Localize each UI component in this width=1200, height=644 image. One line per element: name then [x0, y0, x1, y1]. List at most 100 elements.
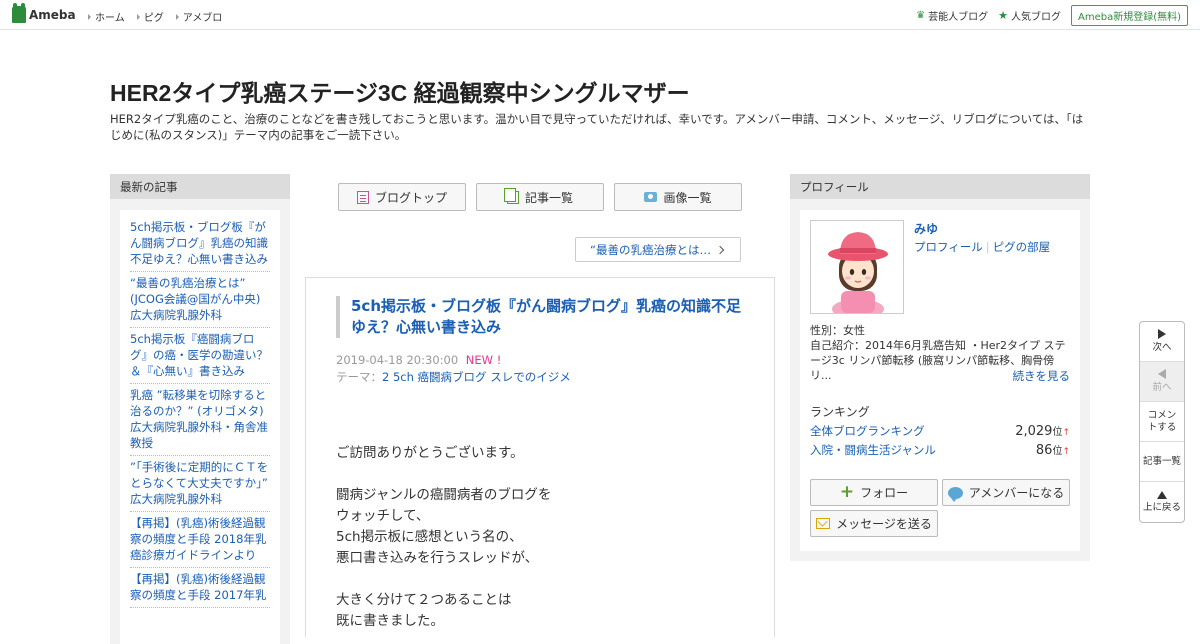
ranking-row: 全体ブログランキング 2,029位↑: [810, 423, 1070, 439]
rank-number: 2,029: [1015, 424, 1053, 439]
nav-pigg[interactable]: ピグ: [136, 9, 164, 24]
article-paragraph: [336, 569, 551, 590]
overall-ranking-link[interactable]: 全体ブログランキング: [810, 423, 925, 439]
recent-articles-panel: 最新の記事 5ch掲示板・ブログ板『がん闘病ブログ』乳癌の知識不足ゆえ？心無い書…: [110, 174, 290, 644]
recent-articles-list: 5ch掲示板・ブログ板『がん闘病ブログ』乳癌の知識不足ゆえ？心無い書き込み “最…: [120, 210, 280, 644]
article-paragraph: 悪口書き込みを行うスレッドが、: [336, 550, 539, 566]
profile-name[interactable]: みゆ: [914, 220, 938, 237]
button-label: 画像一覧: [663, 190, 712, 205]
popular-blog-link[interactable]: ★ 人気ブログ: [998, 8, 1061, 23]
chevron-right-icon: [715, 245, 725, 254]
article-list-side-button[interactable]: 記事一覧: [1140, 442, 1184, 482]
recent-article-link[interactable]: 5ch掲示板・ブログ板『がん闘病ブログ』乳癌の知識不足ゆえ？心無い書き込み: [130, 216, 270, 272]
ameba-logo-icon: [12, 3, 26, 23]
article-paragraph: [336, 464, 551, 485]
blog-top-button[interactable]: ブログトップ: [338, 183, 466, 211]
register-button[interactable]: Ameba新規登録(無料): [1070, 5, 1188, 26]
read-more-link[interactable]: 続きを見る: [1013, 368, 1071, 384]
ranking-row: 入院・闘病生活ジャンル 86位↑: [810, 442, 1070, 458]
crown-icon: ♛: [916, 10, 926, 21]
article: 5ch掲示板・ブログ板『がん闘病ブログ』乳癌の知識不足ゆえ？心無い書き込み 20…: [305, 277, 775, 637]
ameba-logo[interactable]: Ameba: [12, 3, 76, 23]
article-meta: 2019-04-18 20:30:00 NEW ! テーマ：2 5ch 癌闘病ブ…: [336, 352, 571, 386]
article-paragraph: 既に書きました。: [336, 613, 444, 629]
recent-article-link[interactable]: ”「手術後に定期的にＣＴをとらなくて大丈夫ですか」” 広大病院乳腺外科: [130, 456, 270, 512]
amember-button[interactable]: アメンバーになる: [942, 479, 1070, 506]
new-badge: NEW !: [465, 353, 502, 367]
ranking-value: 2,029位↑: [1015, 423, 1070, 439]
side-nav-label: 記事一覧: [1142, 455, 1181, 467]
link-separator: |: [985, 240, 990, 254]
profile-gender: 性別：女性: [810, 324, 865, 337]
play-left-icon: [1158, 369, 1166, 379]
rank-unit: 位: [1052, 427, 1063, 438]
global-header: Ameba ホーム ピグ アメブロ ♛ 芸能人ブログ ★ 人気ブログ Ameba新規…: [0, 0, 1200, 30]
profile-links: プロフィール | ピグの部屋: [914, 239, 1050, 255]
side-nav-label: 上に戻る: [1142, 501, 1181, 513]
recent-article-link[interactable]: 【再掲】(乳癌)術後経過観察の頻度と手段 2018年乳癌診療ガイドラインより: [130, 512, 270, 568]
nav-home[interactable]: ホーム: [88, 9, 125, 24]
article-paragraph: 闘病ジャンルの癌闘病者のブログを: [336, 487, 552, 503]
global-nav: ホーム ピグ アメブロ: [88, 9, 222, 24]
ranking-value: 86位↑: [1036, 442, 1070, 458]
article-list-button[interactable]: 記事一覧: [476, 183, 604, 211]
header-right: ♛ 芸能人ブログ ★ 人気ブログ Ameba新規登録(無料): [916, 5, 1188, 26]
blog-description: HER2タイプ乳癌のこと、治療のことなどを書き残しておこうと思います。温かい目で…: [110, 112, 1084, 142]
blog-title[interactable]: HER2タイプ乳癌ステージ3C 経過観察中シングルマザー: [110, 74, 690, 108]
nav-label: ピグ: [143, 13, 164, 24]
next-article-button[interactable]: 次へ: [1140, 322, 1184, 362]
back-to-top-button[interactable]: 上に戻る: [1140, 482, 1184, 522]
document-icon: [356, 190, 369, 204]
article-datetime: 2019-04-18 20:30:00: [336, 353, 459, 367]
celebrity-blog-link[interactable]: ♛ 芸能人ブログ: [916, 8, 988, 23]
comment-button[interactable]: コメントする: [1140, 402, 1184, 442]
chat-bubble-icon: [947, 486, 963, 502]
article-body: ご訪問ありがとうございます。 闘病ジャンルの癌闘病者のブログを ウォッチして、 …: [336, 443, 551, 632]
image-list-button[interactable]: 画像一覧: [614, 183, 742, 211]
side-nav-label: コメントする: [1147, 409, 1177, 433]
rank-unit: 位: [1052, 446, 1063, 457]
link-label: 人気ブログ: [1010, 12, 1061, 23]
side-nav-label: 次へ: [1152, 342, 1172, 353]
triangle-right-icon: [175, 13, 179, 20]
button-label: フォロー: [860, 486, 909, 500]
article-title[interactable]: 5ch掲示板・ブログ板『がん闘病ブログ』乳癌の知識不足ゆえ？心無い書き込み: [336, 296, 741, 338]
article-paragraph: ご訪問ありがとうございます。: [336, 445, 524, 461]
nav-label: ホーム: [95, 13, 125, 24]
theme-prefix: テーマ：: [336, 370, 382, 384]
copy-list-icon: [503, 187, 519, 204]
pigg-room-link[interactable]: ピグの部屋: [993, 240, 1051, 254]
blog-toolbar: ブログトップ 記事一覧 画像一覧: [338, 183, 742, 211]
plus-icon: +: [839, 482, 855, 502]
envelope-icon: [816, 518, 831, 529]
nav-ameblo[interactable]: アメブロ: [175, 9, 223, 24]
avatar[interactable]: [810, 220, 904, 314]
recent-article-link[interactable]: 【再掲】(乳癌)術後経過観察の頻度と手段 2017年乳: [130, 568, 270, 608]
triangle-right-icon: [136, 13, 140, 20]
profile-link[interactable]: プロフィール: [914, 240, 983, 254]
article-paragraph: 5ch掲示板に感想という名の、: [336, 529, 523, 545]
prev-article-button: 前へ: [1140, 362, 1184, 402]
button-label: 記事一覧: [524, 190, 573, 205]
rank-up-icon: ↑: [1062, 428, 1070, 438]
ranking-heading: ランキング: [810, 405, 870, 419]
follow-button[interactable]: + フォロー: [810, 479, 938, 506]
recent-article-link[interactable]: 5ch掲示板『癌闘病ブログ』の癌・医学の勘違い？＆『心無い』書き込み: [130, 328, 270, 384]
star-icon: ★: [998, 9, 1008, 22]
rank-number: 86: [1035, 443, 1053, 458]
genre-ranking-link[interactable]: 入院・闘病生活ジャンル: [810, 442, 936, 458]
article-theme-link[interactable]: 2 5ch 癌闘病ブログ スレでのイジメ: [382, 370, 571, 384]
play-right-icon: [1158, 329, 1166, 339]
recent-article-link[interactable]: “最善の乳癌治療とは” (JCOG会議@国がん中央)広大病院乳腺外科: [130, 272, 270, 328]
recent-article-link[interactable]: 乳癌 ”転移巣を切除すると治るのか？” (オリゴメタ) 広大病院乳腺外科・角舎准…: [130, 384, 270, 456]
adjacent-article-link[interactable]: “最善の乳癌治療とは…: [575, 237, 741, 262]
button-label: ブログトップ: [374, 190, 447, 205]
send-message-button[interactable]: メッセージを送る: [810, 510, 938, 537]
recent-articles-heading: 最新の記事: [110, 174, 290, 199]
profile-box: みゆ プロフィール | ピグの部屋 性別：女性 自己紹介：2014年6月乳癌告知 ・…: [800, 210, 1080, 551]
article-paragraph: 大きく分けて２つあることは: [336, 592, 512, 608]
avatar-illustration: [811, 221, 903, 313]
button-label: アメンバーになる: [968, 486, 1065, 500]
nav-label: アメブロ: [182, 13, 223, 24]
profile-panel: プロフィール みゆ プロフィール | ピグの部屋 性別：女性 自己紹介：2014…: [790, 174, 1090, 561]
